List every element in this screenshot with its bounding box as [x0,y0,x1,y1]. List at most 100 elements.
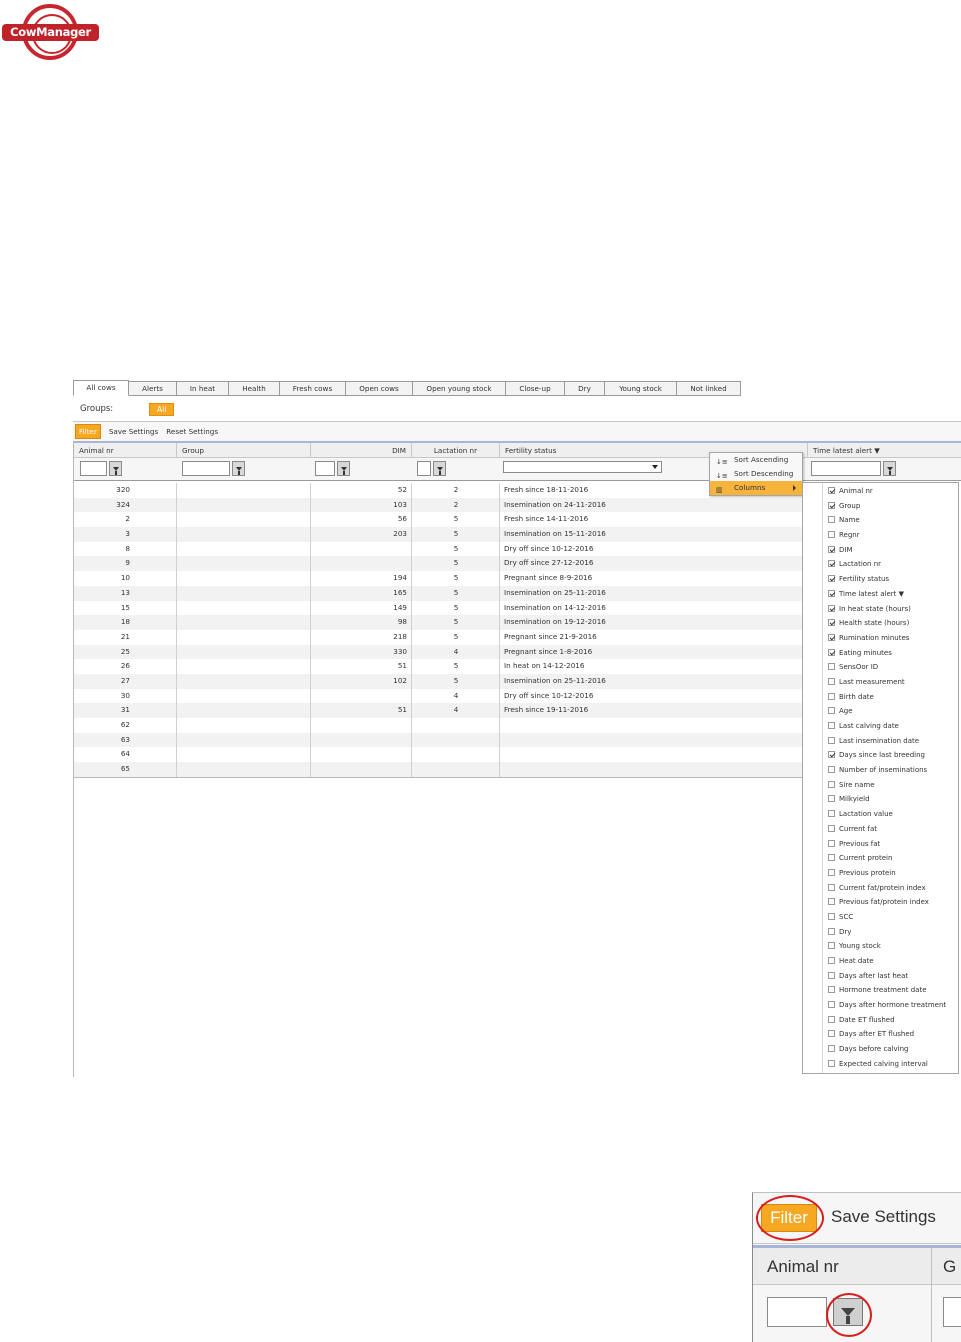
column-option[interactable]: Young stock [803,939,958,954]
table-row[interactable]: 26 51 5 In heat on 14-12-2016 [74,659,804,674]
column-option[interactable]: Eating minutes [803,646,958,661]
column-option[interactable]: Last insemination date [803,734,958,749]
table-row[interactable]: 8 5 Dry off since 10-12-2016 [74,542,804,557]
checked-checkbox[interactable] [828,560,835,568]
checked-checkbox[interactable] [828,575,835,583]
unchecked-checkbox[interactable] [828,854,835,862]
unchecked-checkbox[interactable] [828,1059,835,1067]
checked-checkbox[interactable] [828,501,835,509]
sort-descending-item[interactable]: ↓≡ Sort Descending [710,467,802,481]
checked-checkbox[interactable] [828,648,835,656]
column-option[interactable]: Current protein [803,851,958,866]
tab-open-young-stock[interactable]: Open young stock [413,381,506,396]
animal-nr-filter-input[interactable] [80,461,107,476]
table-row[interactable]: 10 194 5 Pregnant since 8-9-2016 [74,571,804,586]
column-option[interactable]: Expected calving interval [803,1057,958,1072]
unchecked-checkbox[interactable] [828,766,835,774]
table-row[interactable]: 324 103 2 Insemination on 24-11-2016 [74,497,804,513]
filter-button[interactable]: Filter [75,424,101,439]
table-row[interactable]: 62 [74,718,804,733]
checked-checkbox[interactable] [828,604,835,612]
tab-health[interactable]: Health [229,381,280,396]
column-option[interactable]: Days after hormone treatment [803,998,958,1013]
unchecked-checkbox[interactable] [828,531,835,539]
table-row[interactable]: 13 165 5 Insemination on 25-11-2016 [74,585,804,601]
column-option[interactable]: Days after last heat [803,969,958,984]
time-latest-alert-filter-input[interactable] [811,461,881,476]
lactation-nr-filter-input[interactable] [417,461,431,476]
column-option[interactable]: In heat state (hours) [803,602,958,617]
column-option[interactable]: Sire name [803,778,958,793]
column-option[interactable]: Days since last breeding [803,748,958,763]
unchecked-checkbox[interactable] [828,986,835,994]
unchecked-checkbox[interactable] [828,942,835,950]
checked-checkbox[interactable] [828,619,835,627]
unchecked-checkbox[interactable] [828,722,835,729]
tab-alerts[interactable]: Alerts [129,381,177,396]
tab-fresh-cows[interactable]: Fresh cows [280,381,346,396]
column-option[interactable]: Milkyield [803,792,958,807]
checked-checkbox[interactable] [828,633,835,641]
column-option[interactable]: Animal nr [803,484,958,499]
column-option[interactable]: Age [803,704,958,719]
column-option[interactable]: Current fat [803,822,958,837]
zoomed-animal-nr-header[interactable]: Animal nr [767,1257,839,1277]
column-option[interactable]: Lactation nr [803,557,958,572]
table-row[interactable]: 30 4 Dry off since 10-12-2016 [74,689,804,704]
group-filter-button[interactable] [232,461,245,476]
table-row[interactable]: 15 149 5 Insemination on 14-12-2016 [74,601,804,616]
column-option[interactable]: Last calving date [803,719,958,734]
checked-checkbox[interactable] [828,487,835,494]
unchecked-checkbox[interactable] [828,898,835,906]
column-option[interactable]: Hormone treatment date [803,983,958,998]
column-option[interactable]: Days before calving [803,1042,958,1057]
unchecked-checkbox[interactable] [828,971,835,979]
column-option[interactable]: Dry [803,925,958,940]
lactation-nr-filter-button[interactable] [433,461,446,476]
column-option[interactable]: SCC [803,910,958,925]
group-all-button[interactable]: All [149,402,175,416]
column-option[interactable]: Fertility status [803,572,958,587]
table-row[interactable]: 2 56 5 Fresh since 14-11-2016 [74,512,804,527]
unchecked-checkbox[interactable] [828,707,835,715]
dim-filter-button[interactable] [337,461,350,476]
unchecked-checkbox[interactable] [828,810,835,818]
unchecked-checkbox[interactable] [828,927,835,935]
column-option[interactable]: Group [803,499,958,514]
columns-menu-item[interactable]: ▥ Columns [710,481,802,495]
tab-all-cows[interactable]: All cows [73,380,129,396]
table-row[interactable]: 21 218 5 Pregnant since 21-9-2016 [74,630,804,645]
group-filter-input[interactable] [182,461,230,476]
unchecked-checkbox[interactable] [828,780,835,788]
tab-open-cows[interactable]: Open cows [346,381,413,396]
column-option[interactable]: Regnr [803,528,958,543]
column-option[interactable]: Rumination minutes [803,631,958,646]
column-option[interactable]: Health state (hours) [803,616,958,631]
zoomed-group-filter-input[interactable] [943,1297,961,1327]
column-option[interactable]: DIM [803,543,958,558]
tab-dry[interactable]: Dry [565,381,605,396]
checked-checkbox[interactable] [828,545,835,553]
unchecked-checkbox[interactable] [828,1001,835,1009]
tab-close-up[interactable]: Close-up [506,381,565,396]
table-row[interactable]: 65 [74,762,804,777]
unchecked-checkbox[interactable] [828,883,835,891]
checked-checkbox[interactable] [828,589,835,597]
unchecked-checkbox[interactable] [828,1030,835,1038]
table-row[interactable]: 18 98 5 Insemination on 19-12-2016 [74,615,804,630]
column-option[interactable]: Lactation value [803,807,958,822]
column-option[interactable]: Heat date [803,954,958,969]
unchecked-checkbox[interactable] [828,795,835,803]
unchecked-checkbox[interactable] [828,957,835,964]
column-option[interactable]: Previous fat/protein index [803,895,958,910]
table-row[interactable]: 9 5 Dry off since 27-12-2016 [74,556,804,572]
reset-settings-button[interactable]: Reset Settings [166,427,218,436]
animal-nr-filter-button[interactable] [109,461,122,476]
save-settings-button[interactable]: Save Settings [109,427,158,436]
unchecked-checkbox[interactable] [828,663,835,671]
unchecked-checkbox[interactable] [828,692,835,700]
zoomed-save-settings-button[interactable]: Save Settings [831,1204,936,1230]
unchecked-checkbox[interactable] [828,736,835,744]
table-row[interactable]: 31 51 4 Fresh since 19-11-2016 [74,703,804,718]
table-row[interactable]: 320 52 2 Fresh since 18-11-2016 [74,483,804,498]
